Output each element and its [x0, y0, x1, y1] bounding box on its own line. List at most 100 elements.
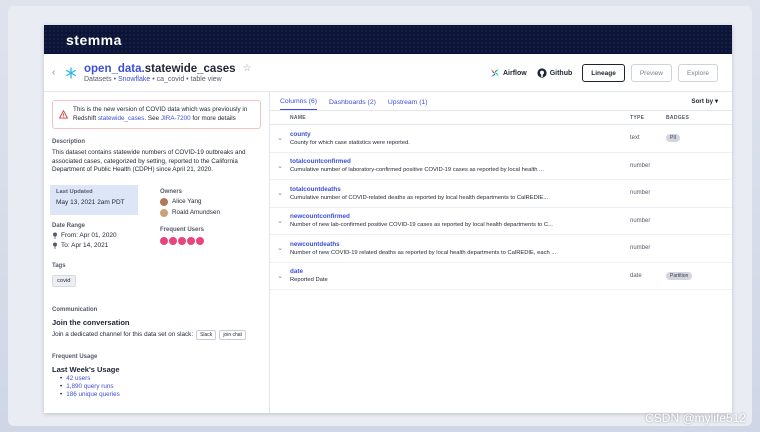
- column-name[interactable]: newcountconfirmed: [290, 213, 630, 220]
- table-row[interactable]: ⌄ date Reported Date date Partition: [270, 263, 732, 290]
- frequent-users-avatars: [160, 236, 220, 245]
- meta-row-1: Last Updated May 13, 2021 2am PDT Date R…: [50, 184, 261, 249]
- chevron-down-icon[interactable]: ⌄: [270, 217, 290, 225]
- column-desc: Cumulative number of COVID-related death…: [290, 194, 549, 201]
- main-body: This is the new version of COVID data wh…: [44, 92, 732, 413]
- owners-label: Owners: [160, 188, 183, 195]
- last-updated-value: May 13, 2021 2am PDT: [56, 198, 125, 206]
- owner-name: Roald Amundsen: [172, 209, 220, 217]
- alert-text-b: . See: [144, 114, 161, 122]
- tab-upstream[interactable]: Upstream (1): [388, 99, 428, 110]
- owner-item[interactable]: Alice Yang: [160, 197, 220, 206]
- explore-button[interactable]: Explore: [677, 64, 718, 82]
- date-to-text: To: Apr 14, 2021: [61, 241, 109, 249]
- header-name: NAME: [290, 114, 306, 121]
- avatar[interactable]: [178, 236, 186, 245]
- breadcrumb: Datasets • Snowflake • ca_covid • table …: [84, 76, 251, 83]
- column-desc: County for which case statistics were re…: [290, 139, 410, 146]
- column-desc: Number of new lab-confirmed positive COV…: [290, 222, 553, 229]
- usage-unique-queries[interactable]: 186 unique queries: [60, 391, 261, 398]
- avatar[interactable]: [160, 236, 168, 245]
- column-type: number: [630, 190, 651, 197]
- owner-item[interactable]: Roald Amundsen: [160, 208, 220, 217]
- alert-banner: This is the new version of COVID data wh…: [52, 100, 261, 129]
- alert-link-jira[interactable]: JIRA-7200: [161, 115, 191, 122]
- avatar[interactable]: [196, 236, 204, 245]
- back-chevron-icon[interactable]: ‹: [52, 67, 62, 78]
- chevron-down-icon[interactable]: ⌄: [270, 272, 290, 280]
- breadcrumb-datasets[interactable]: Datasets •: [84, 76, 118, 83]
- avatar[interactable]: [187, 236, 195, 245]
- last-updated-col: Last Updated May 13, 2021 2am PDT Date R…: [50, 184, 160, 249]
- tab-dashboards[interactable]: Dashboards (2): [329, 99, 376, 110]
- alert-link-table[interactable]: statewide_cases: [98, 115, 145, 122]
- columns-header: NAME TYPE BADGES: [270, 111, 732, 125]
- app-window: stemma ‹ open_data.statewide_cases ☆ Dat…: [44, 25, 732, 413]
- usage-query-runs[interactable]: 1,890 query runs: [60, 383, 261, 390]
- column-desc: Number of new COVID-19 related deaths as…: [290, 249, 557, 256]
- slack-chip[interactable]: Slack: [196, 329, 217, 340]
- column-desc: Cumulative number of laboratory-confirme…: [290, 167, 544, 174]
- github-link[interactable]: Github: [537, 68, 573, 78]
- partition-badge: Partition: [666, 271, 693, 280]
- preview-button[interactable]: Preview: [630, 64, 672, 82]
- column-type: number: [630, 162, 651, 169]
- tags-label: Tags: [52, 262, 66, 269]
- chevron-down-icon[interactable]: ⌄: [270, 162, 290, 170]
- column-desc: Reported Date: [290, 277, 328, 284]
- chevron-down-icon[interactable]: ⌄: [270, 189, 290, 197]
- header-badges: BADGES: [666, 114, 690, 121]
- table-row[interactable]: ⌄ totalcountdeaths Cumulative number of C…: [270, 180, 732, 208]
- snowflake-icon: [64, 66, 78, 80]
- frequent-users-label: Frequent Users: [160, 226, 205, 233]
- left-panel: This is the new version of COVID data wh…: [44, 92, 270, 413]
- alert-text-c: for more details: [190, 114, 236, 122]
- chevron-down-icon[interactable]: ⌄: [270, 134, 290, 142]
- page-title: open_data.statewide_cases ☆: [84, 63, 251, 75]
- column-name[interactable]: county: [290, 131, 630, 138]
- avatar: [160, 197, 168, 206]
- header-type: TYPE: [630, 114, 645, 121]
- tag-chip[interactable]: covid: [52, 274, 76, 287]
- usage-users[interactable]: 42 users: [60, 375, 261, 382]
- star-icon[interactable]: ☆: [243, 63, 252, 74]
- join-desc-text: Join a dedicated channel for this data s…: [52, 331, 194, 339]
- date-range: Date Range From: Apr 01, 2020 To: Apr 14…: [52, 223, 160, 249]
- join-desc: Join a dedicated channel for this data s…: [52, 329, 261, 340]
- column-type: number: [630, 245, 651, 252]
- airflow-link[interactable]: Airflow: [490, 68, 527, 78]
- table-row[interactable]: ⌄ totalcountconfirmed Cumulative number o…: [270, 153, 732, 180]
- column-name[interactable]: date: [290, 268, 630, 275]
- column-type: date: [630, 272, 642, 279]
- header-actions: Airflow Github Lineage Preview Explore: [490, 54, 718, 92]
- title-table: statewide_cases: [144, 62, 236, 75]
- column-type: number: [630, 217, 651, 224]
- join-chat-chip[interactable]: join chat: [219, 329, 246, 340]
- sort-by-dropdown[interactable]: Sort by ▾: [691, 98, 718, 105]
- github-label: Github: [549, 69, 573, 77]
- lineage-button[interactable]: Lineage: [582, 64, 625, 82]
- avatar: [160, 208, 168, 217]
- avatar[interactable]: [169, 236, 177, 245]
- last-updated-label: Last Updated: [56, 188, 93, 195]
- breadcrumb-snowflake[interactable]: Snowflake: [118, 76, 150, 83]
- column-name[interactable]: totalcountconfirmed: [290, 158, 630, 165]
- pii-badge: PII: [666, 134, 681, 143]
- airflow-icon: [490, 69, 499, 77]
- tab-columns[interactable]: Columns (6): [280, 98, 318, 110]
- column-name[interactable]: newcountdeaths: [290, 241, 630, 248]
- breadcrumb-rest: • ca_covid • table view: [150, 75, 222, 83]
- tab-bar: Columns (6) Dashboards (2) Upstream (1): [270, 92, 732, 111]
- table-row[interactable]: ⌄ newcountconfirmed Number of new lab-con…: [270, 208, 732, 235]
- frequent-usage-label: Frequent Usage: [52, 353, 98, 360]
- table-row[interactable]: ⌄ newcountdeaths Number of new COVID-19 r…: [270, 235, 732, 263]
- app-logo[interactable]: stemma: [66, 32, 122, 48]
- title-schema[interactable]: open_data: [84, 63, 142, 75]
- date-from-text: From: Apr 01, 2020: [61, 231, 117, 239]
- column-type: text: [630, 135, 640, 142]
- table-row[interactable]: ⌄ county County for which case statistics…: [270, 125, 732, 153]
- chevron-down-icon[interactable]: ⌄: [270, 244, 290, 252]
- communication-label: Communication: [52, 306, 98, 313]
- column-name[interactable]: totalcountdeaths: [290, 186, 630, 193]
- date-range-label: Date Range: [52, 222, 86, 229]
